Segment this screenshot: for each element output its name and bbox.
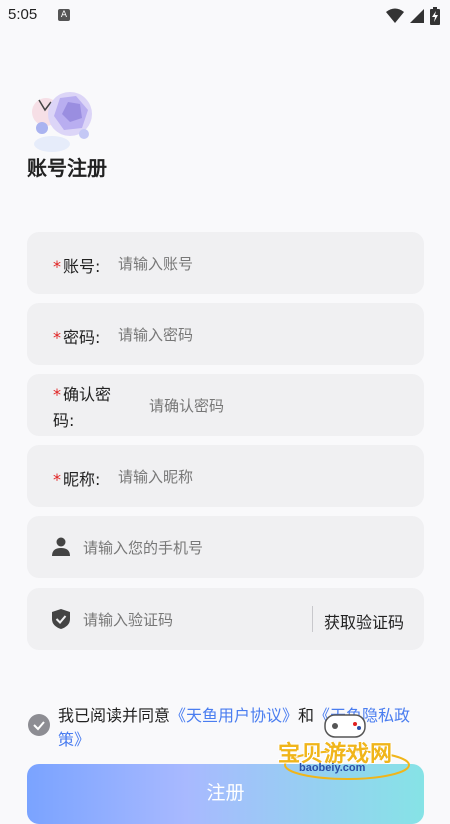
verification-code-field[interactable]: 请输入验证码 获取验证码: [27, 588, 424, 650]
wifi-icon: [386, 8, 404, 23]
confirm-password-field[interactable]: * 确认密 码: 请确认密码: [27, 374, 424, 436]
account-label: * 账号:: [53, 257, 101, 276]
battery-icon: [430, 7, 440, 25]
person-icon: [52, 537, 70, 556]
password-field[interactable]: * 密码: 请输入密码: [27, 303, 424, 365]
password-input[interactable]: 请输入密码: [118, 324, 193, 345]
notification-icon: A: [58, 9, 70, 21]
nickname-input[interactable]: 请输入昵称: [118, 466, 193, 487]
status-time: 5:05: [8, 6, 38, 23]
account-field[interactable]: * 账号: 请输入账号: [27, 232, 424, 294]
confirm-password-label: * 确认密 码:: [53, 385, 112, 430]
phone-input[interactable]: 请输入您的手机号: [83, 537, 203, 558]
watermark-url: baobeiy.com: [299, 762, 366, 774]
shield-check-icon: [52, 609, 70, 629]
mascot-logo-icon: [32, 92, 92, 152]
phone-field[interactable]: 请输入您的手机号: [27, 516, 424, 578]
agreement-prefix: 我已阅读并同意: [58, 706, 171, 725]
divider: [312, 606, 313, 632]
get-code-button[interactable]: 获取验证码: [324, 609, 404, 633]
agreement-checkbox[interactable]: [28, 714, 50, 736]
nickname-field[interactable]: * 昵称: 请输入昵称: [27, 445, 424, 507]
account-input[interactable]: 请输入账号: [118, 253, 193, 274]
nickname-label: * 昵称:: [53, 470, 101, 489]
status-bar: 5:05 A: [0, 0, 450, 32]
password-label: * 密码:: [53, 328, 101, 347]
confirm-password-input[interactable]: 请确认密码: [149, 395, 224, 416]
page-title: 账号注册: [27, 156, 107, 180]
status-icons: [386, 7, 440, 25]
signal-icon: [410, 9, 424, 23]
verification-code-input[interactable]: 请输入验证码: [83, 609, 173, 630]
check-icon: [33, 721, 45, 731]
